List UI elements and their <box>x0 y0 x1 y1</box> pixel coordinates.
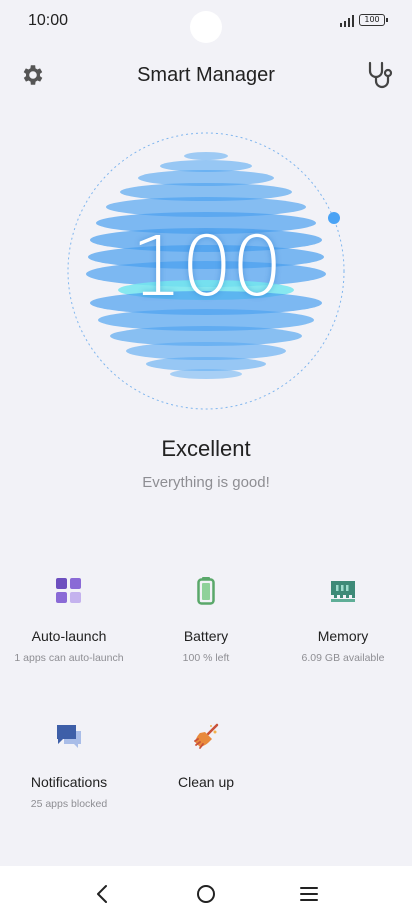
camera-cutout <box>190 11 222 43</box>
battery-icon: 100 <box>359 14 388 26</box>
broom-icon <box>194 723 219 749</box>
apps-grid-icon <box>56 578 81 603</box>
tile-label: Auto-launch <box>31 628 107 644</box>
memory-chip-icon <box>331 581 355 602</box>
signal-icon <box>340 15 354 27</box>
status-title: Excellent <box>161 436 251 461</box>
tile-battery[interactable]: Battery 100 % left <box>137 576 275 686</box>
stethoscope-icon[interactable] <box>365 60 393 90</box>
chat-bubbles-icon <box>57 725 81 748</box>
tile-notifications[interactable]: Notifications 25 apps blocked <box>0 722 138 832</box>
tile-memory[interactable]: Memory 6.09 GB available <box>274 576 412 686</box>
menu-icon[interactable] <box>294 879 324 909</box>
navigation-bar <box>0 866 412 922</box>
score-indicator[interactable]: 100 <box>65 130 347 412</box>
status-bar: 10:00 100 <box>0 0 412 44</box>
tile-label: Notifications <box>30 774 108 790</box>
page-title: Smart Manager <box>137 64 275 86</box>
tile-subtitle: 25 apps blocked <box>30 798 108 810</box>
tile-subtitle: 6.09 GB available <box>301 652 385 664</box>
home-icon[interactable] <box>191 879 221 909</box>
battery-icon <box>197 577 215 605</box>
tile-subtitle: 1 apps can auto-launch <box>14 652 124 664</box>
back-icon[interactable] <box>87 879 117 909</box>
status-message: Everything is good! <box>142 474 270 491</box>
app-header: Smart Manager <box>0 56 412 96</box>
tile-label: Clean up <box>177 774 235 790</box>
score-value: 100 <box>130 220 284 315</box>
status-time: 10:00 <box>28 12 69 29</box>
tile-auto-launch[interactable]: Auto-launch 1 apps can auto-launch <box>0 576 138 686</box>
tile-subtitle: 100 % left <box>182 652 230 664</box>
tile-label: Memory <box>317 628 369 644</box>
tile-label: Battery <box>183 628 229 644</box>
tile-clean-up[interactable]: Clean up <box>137 722 275 832</box>
